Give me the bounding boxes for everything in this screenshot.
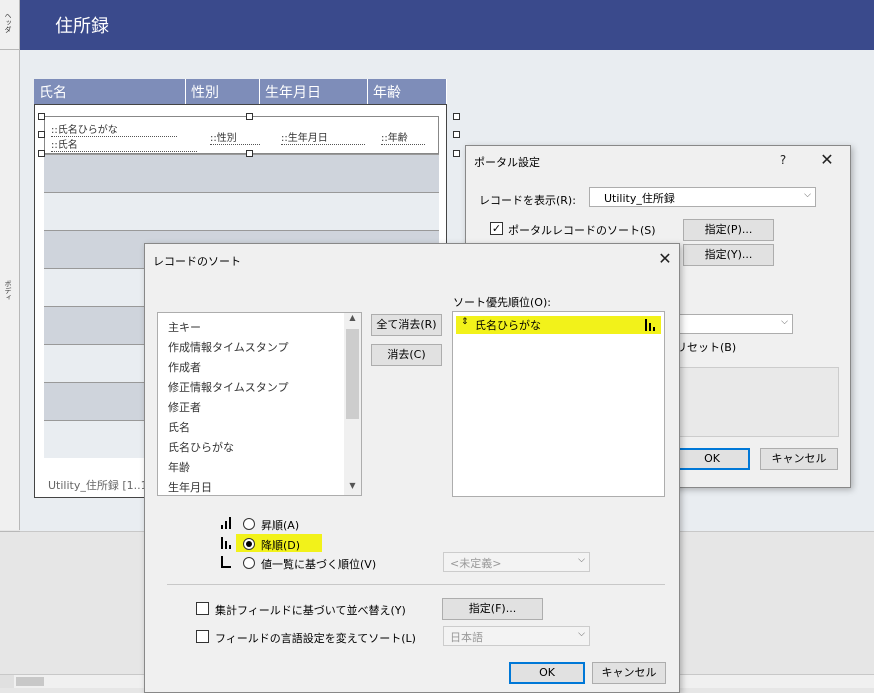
show-records-value: Utility_住所録 <box>604 192 675 205</box>
list-item[interactable]: 氏名 <box>168 419 190 435</box>
column-header-name[interactable]: 氏名 <box>34 79 186 104</box>
list-item[interactable]: 年齢 <box>168 459 190 475</box>
selection-handle[interactable] <box>246 150 253 157</box>
value-list-label: 値一覧に基づく順位(V) <box>261 558 377 571</box>
portal-row <box>44 154 439 192</box>
ascending-label: 昇順(A) <box>261 519 300 532</box>
sort-portal-checkbox[interactable]: ✓ <box>490 222 503 235</box>
selection-handle[interactable] <box>453 113 460 120</box>
list-item[interactable]: 修正者 <box>168 399 201 415</box>
descending-label: 降順(D) <box>261 539 301 552</box>
value-list-select[interactable]: <未定義> ⌵ <box>443 552 590 572</box>
close-icon[interactable]: ✕ <box>816 150 838 170</box>
ruler-header-label: ヘッダ <box>4 12 12 33</box>
column-header-birthdate[interactable]: 生年月日 <box>260 79 368 104</box>
separator <box>167 584 665 585</box>
chevron-up-icon[interactable]: ▲ <box>344 313 361 327</box>
list-item[interactable]: 主キー <box>168 319 201 335</box>
summary-field-checkbox[interactable] <box>196 602 209 615</box>
portal-options-group <box>679 367 839 437</box>
field-birthdate[interactable]: ::生年月日 <box>281 129 365 145</box>
layout-ruler: ヘッダ ボディ <box>0 0 20 532</box>
portal-table-label: Utility_住所録 [1..1 <box>48 479 148 492</box>
language-checkbox[interactable] <box>196 630 209 643</box>
summary-specify-button[interactable]: 指定(F)... <box>442 598 543 620</box>
ok-button[interactable]: OK <box>509 662 585 684</box>
chevron-down-icon[interactable]: ▼ <box>344 481 361 495</box>
dialog-title: ポータル設定 <box>474 156 540 169</box>
specify-y-button[interactable]: 指定(Y)... <box>683 244 774 266</box>
ascending-radio[interactable] <box>243 518 255 530</box>
portal-first-row[interactable]: ::氏名ひらがな ::氏名 ::性別 ::生年月日 ::年齢 <box>44 116 439 154</box>
ruler-body-part[interactable]: ボディ <box>0 50 20 532</box>
dialog-title: レコードのソート <box>153 255 241 268</box>
layout-title: 住所録 <box>55 16 109 37</box>
ruler-body-label: ボディ <box>4 280 12 301</box>
selection-handle[interactable] <box>38 150 45 157</box>
list-item[interactable]: 氏名ひらがな <box>168 439 234 455</box>
summary-field-label: 集計フィールドに基づいて並べ替え(Y) <box>215 604 406 617</box>
field-list-scrollbar[interactable]: ▲ ▼ <box>344 313 361 495</box>
chevron-down-icon: ⌵ <box>781 317 788 327</box>
column-header-age[interactable]: 年齢 <box>368 79 447 104</box>
selection-handle[interactable] <box>38 113 45 120</box>
specify-p-button[interactable]: 指定(P)... <box>683 219 774 241</box>
chevron-down-icon: ⌵ <box>804 190 811 200</box>
header-part[interactable] <box>20 0 874 50</box>
reset-label: リセット(B) <box>676 341 737 354</box>
field-name[interactable]: ::氏名 <box>51 136 197 152</box>
portal-option-select[interactable]: ⌵ <box>671 314 793 334</box>
sort-portal-label: ポータルレコードのソート(S) <box>508 224 656 237</box>
list-item[interactable]: 修正情報タイムスタンプ <box>168 379 288 395</box>
selection-handle[interactable] <box>453 131 460 138</box>
descending-icon <box>221 537 231 549</box>
field-age[interactable]: ::年齢 <box>381 129 425 145</box>
language-select[interactable]: 日本語 ⌵ <box>443 626 590 646</box>
field-gender[interactable]: ::性別 <box>210 129 260 145</box>
chevron-down-icon: ⌵ <box>578 629 585 639</box>
portal-row <box>44 192 439 230</box>
scroll-left-button[interactable] <box>0 675 14 688</box>
selection-handle[interactable] <box>38 131 45 138</box>
cancel-button[interactable]: キャンセル <box>760 448 838 470</box>
language-label: フィールドの言語設定を変えてソート(L) <box>215 632 416 645</box>
descending-icon <box>645 319 655 331</box>
scroll-thumb[interactable] <box>346 329 359 419</box>
descending-radio[interactable] <box>243 538 255 550</box>
list-item[interactable]: 作成者 <box>168 359 201 375</box>
sort-records-dialog: レコードのソート ✕ 主キー 作成情報タイムスタンプ 作成者 修正情報タイムスタ… <box>144 243 680 693</box>
close-icon[interactable]: ✕ <box>654 249 676 269</box>
show-records-select[interactable]: Utility_住所録 ⌵ <box>589 187 816 207</box>
chevron-down-icon: ⌵ <box>578 555 585 565</box>
field-list[interactable]: 主キー 作成情報タイムスタンプ 作成者 修正情報タイムスタンプ 修正者 氏名 氏… <box>157 312 362 496</box>
list-item[interactable]: 作成情報タイムスタンプ <box>168 339 288 355</box>
custom-order-icon <box>221 556 231 568</box>
selection-handle[interactable] <box>453 150 460 157</box>
help-button[interactable]: ? <box>772 150 794 170</box>
ascending-icon <box>221 517 231 529</box>
field-kana[interactable]: ::氏名ひらがな <box>51 121 177 137</box>
show-records-label: レコードを表示(R): <box>479 194 576 207</box>
scroll-thumb[interactable] <box>16 677 44 686</box>
clear-button[interactable]: 消去(C) <box>371 344 442 366</box>
selection-handle[interactable] <box>246 113 253 120</box>
list-item[interactable]: 生年月日 <box>168 479 212 495</box>
priority-item-label[interactable]: 氏名ひらがな <box>475 317 541 333</box>
value-list-value: <未定義> <box>450 557 502 570</box>
drag-handle-icon[interactable]: ⇕ <box>461 317 469 327</box>
value-list-radio[interactable] <box>243 557 255 569</box>
priority-label: ソート優先順位(O): <box>453 296 551 309</box>
check-icon: ✓ <box>491 222 502 235</box>
cancel-button[interactable]: キャンセル <box>592 662 666 684</box>
column-header-gender[interactable]: 性別 <box>186 79 260 104</box>
language-value: 日本語 <box>450 631 483 644</box>
clear-all-button[interactable]: 全て消去(R) <box>371 314 442 336</box>
ruler-header-part[interactable]: ヘッダ <box>0 0 20 50</box>
ok-button[interactable]: OK <box>674 448 750 470</box>
sort-priority-list[interactable]: ⇕ 氏名ひらがな <box>452 311 665 497</box>
